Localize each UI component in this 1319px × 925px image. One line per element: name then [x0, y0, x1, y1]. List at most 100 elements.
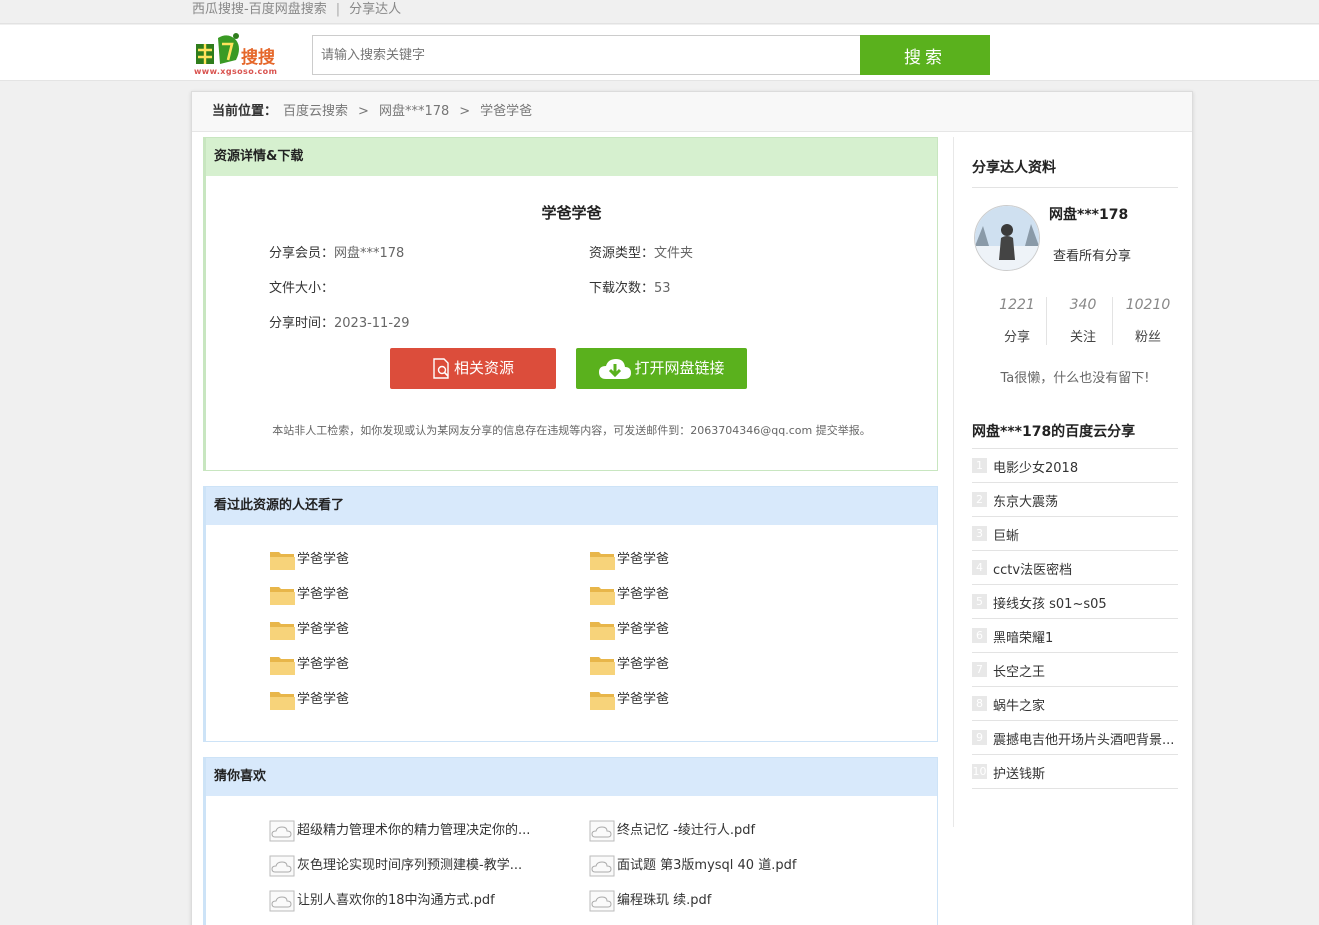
- list-item[interactable]: 学爸学爸: [589, 584, 669, 605]
- search-button[interactable]: 搜索: [860, 35, 990, 75]
- main-container: 当前位置： 百度云搜索 > 网盘***178 > 学爸学爸 资源详情&下载 学爸学爸 分享…: [191, 91, 1193, 925]
- list-item[interactable]: 学爸学爸: [269, 654, 349, 675]
- header: 搜搜 www.xgsoso.com 搜索: [0, 25, 1319, 81]
- list-item[interactable]: 学爸学爸: [589, 654, 669, 675]
- resource-title: 学爸学爸: [541, 204, 602, 222]
- user-bio: Ta很懒，什么也没有留下!: [1000, 371, 1150, 386]
- list-item[interactable]: 让别人喜欢你的18中沟通方式.pdf: [269, 890, 495, 912]
- share-rank-item[interactable]: 10 护送钱斯: [972, 755, 1178, 789]
- folder-icon: [590, 587, 615, 605]
- field-value: 53: [654, 281, 671, 296]
- cloud-file-icon: [269, 820, 295, 842]
- field-value: 文件夹: [654, 246, 694, 261]
- related-resources-button[interactable]: 相关资源: [390, 348, 556, 389]
- logo-url: www.xgsoso.com: [194, 67, 278, 76]
- share-rank-item[interactable]: 4 cctv法医密档: [972, 551, 1178, 585]
- breadcrumb-item-user[interactable]: 网盘***178: [379, 104, 449, 119]
- panel-heading: 资源详情&下载: [206, 138, 937, 176]
- username: 网盘***178: [1049, 207, 1129, 223]
- avatar[interactable]: [974, 205, 1040, 271]
- folder-icon: [590, 622, 615, 640]
- folder-icon: [270, 552, 295, 570]
- share-rank-item[interactable]: 9 震撼电吉他开场片头酒吧背景...: [972, 721, 1178, 755]
- breadcrumb-item-current: 学爸学爸: [480, 104, 533, 119]
- field-resource-type: 资源类型：文件夹: [589, 242, 693, 261]
- top-bar: 西瓜搜搜-百度网盘搜索 | 分享达人: [0, 0, 1319, 24]
- folder-icon: [270, 587, 295, 605]
- stat-divider: [1046, 297, 1047, 345]
- list-item[interactable]: 编程珠玑 续.pdf: [589, 890, 711, 912]
- breadcrumb-item-baidu[interactable]: 百度云搜索: [283, 104, 348, 119]
- field-label: 文件大小：: [269, 281, 335, 296]
- list-item[interactable]: 学爸学爸: [589, 689, 669, 710]
- cloud-file-icon: [589, 890, 615, 912]
- panel-heading: 猜你喜欢: [206, 758, 937, 796]
- stat-divider: [1112, 297, 1113, 345]
- breadcrumb: 当前位置： 百度云搜索 > 网盘***178 > 学爸学爸: [192, 92, 1192, 132]
- list-item[interactable]: 学爸学爸: [269, 584, 349, 605]
- folder-icon: [270, 692, 295, 710]
- list-item[interactable]: 学爸学爸: [589, 619, 669, 640]
- open-netdisk-label: 打开网盘链接: [634, 359, 725, 377]
- field-sharer: 分享会员：网盘***178: [269, 242, 404, 261]
- folder-icon: [270, 657, 295, 675]
- related-resources-label: 相关资源: [453, 359, 514, 377]
- open-netdisk-button[interactable]: 打开网盘链接: [576, 348, 747, 389]
- list-item[interactable]: 面试题 第3版mysql 40 道.pdf: [589, 855, 796, 877]
- site-name-link[interactable]: 西瓜搜搜-百度网盘搜索: [192, 2, 327, 17]
- share-rank-item[interactable]: 6 黑暗荣耀1: [972, 619, 1178, 653]
- field-share-time: 分享时间：2023-11-29: [269, 312, 410, 331]
- also-viewed-panel: 看过此资源的人还看了 学爸学爸 学爸学爸 学爸学爸 学爸学爸 学爸学爸 学爸学爸…: [203, 486, 938, 742]
- search-input[interactable]: [312, 35, 860, 75]
- folder-icon: [590, 657, 615, 675]
- view-all-shares-link[interactable]: 查看所有分享: [1053, 245, 1131, 264]
- site-logo[interactable]: 搜搜 www.xgsoso.com: [192, 28, 284, 78]
- watermelon-logo-icon: [196, 33, 239, 64]
- avatar-image-icon: [975, 206, 1039, 270]
- share-rank-item[interactable]: 3 巨蜥: [972, 517, 1178, 551]
- folder-icon: [590, 692, 615, 710]
- panel-heading: 看过此资源的人还看了: [206, 487, 937, 525]
- stat-following: 340 关注: [1069, 297, 1097, 345]
- resource-detail-panel: 资源详情&下载 学爸学爸 分享会员：网盘***178 资源类型：文件夹 文件大小…: [203, 137, 938, 471]
- share-rank-item[interactable]: 7 长空之王: [972, 653, 1178, 687]
- field-value: 网盘***178: [334, 246, 405, 261]
- cloud-file-icon: [269, 890, 295, 912]
- list-item[interactable]: 灰色理论实现时间序列预测建模-教学...: [269, 855, 522, 877]
- share-rank-item[interactable]: 1 电影少女2018: [972, 449, 1178, 483]
- field-value: 2023-11-29: [334, 316, 410, 331]
- field-file-size: 文件大小：: [269, 277, 334, 296]
- list-item[interactable]: 学爸学爸: [269, 549, 349, 570]
- sidebar-divider: [953, 137, 954, 827]
- folder-icon: [270, 622, 295, 640]
- document-search-icon: [433, 357, 449, 379]
- field-label: 资源类型：: [589, 246, 655, 261]
- share-rank-item[interactable]: 2 东京大震荡: [972, 483, 1178, 517]
- breadcrumb-separator: >: [358, 104, 369, 119]
- topbar-separator: |: [335, 2, 341, 17]
- breadcrumb-label: 当前位置：: [212, 104, 278, 119]
- list-item[interactable]: 终点记忆 -绫辻行人.pdf: [589, 820, 755, 842]
- list-item[interactable]: 学爸学爸: [269, 689, 349, 710]
- cloud-file-icon: [589, 855, 615, 877]
- guess-you-like-panel: 猜你喜欢 超级精力管理术你的精力管理决定你的... 终点记忆 -绫辻行人.pdf…: [203, 757, 938, 925]
- share-expert-link[interactable]: 分享达人: [349, 2, 401, 17]
- list-item[interactable]: 学爸学爸: [589, 549, 669, 570]
- cloud-file-icon: [589, 820, 615, 842]
- stat-shares: 1221 分享: [999, 297, 1035, 345]
- logo-text: 搜搜: [241, 48, 275, 68]
- divider: [972, 187, 1178, 188]
- folder-icon: [590, 552, 615, 570]
- share-rank-item[interactable]: 8 蜗牛之家: [972, 687, 1178, 721]
- list-item[interactable]: 超级精力管理术你的精力管理决定你的...: [269, 820, 530, 842]
- field-label: 下载次数：: [589, 281, 655, 296]
- breadcrumb-separator: >: [459, 104, 471, 119]
- field-label: 分享会员：: [269, 246, 335, 261]
- stat-followers: 10210 粉丝: [1125, 297, 1171, 345]
- field-label: 分享时间：: [269, 316, 335, 331]
- shares-heading: 网盘***178的百度云分享: [972, 424, 1136, 440]
- cloud-download-icon: [599, 358, 632, 379]
- share-rank-item[interactable]: 5 接线女孩 s01~s05: [972, 585, 1178, 619]
- profile-heading: 分享达人资料: [972, 160, 1056, 176]
- list-item[interactable]: 学爸学爸: [269, 619, 349, 640]
